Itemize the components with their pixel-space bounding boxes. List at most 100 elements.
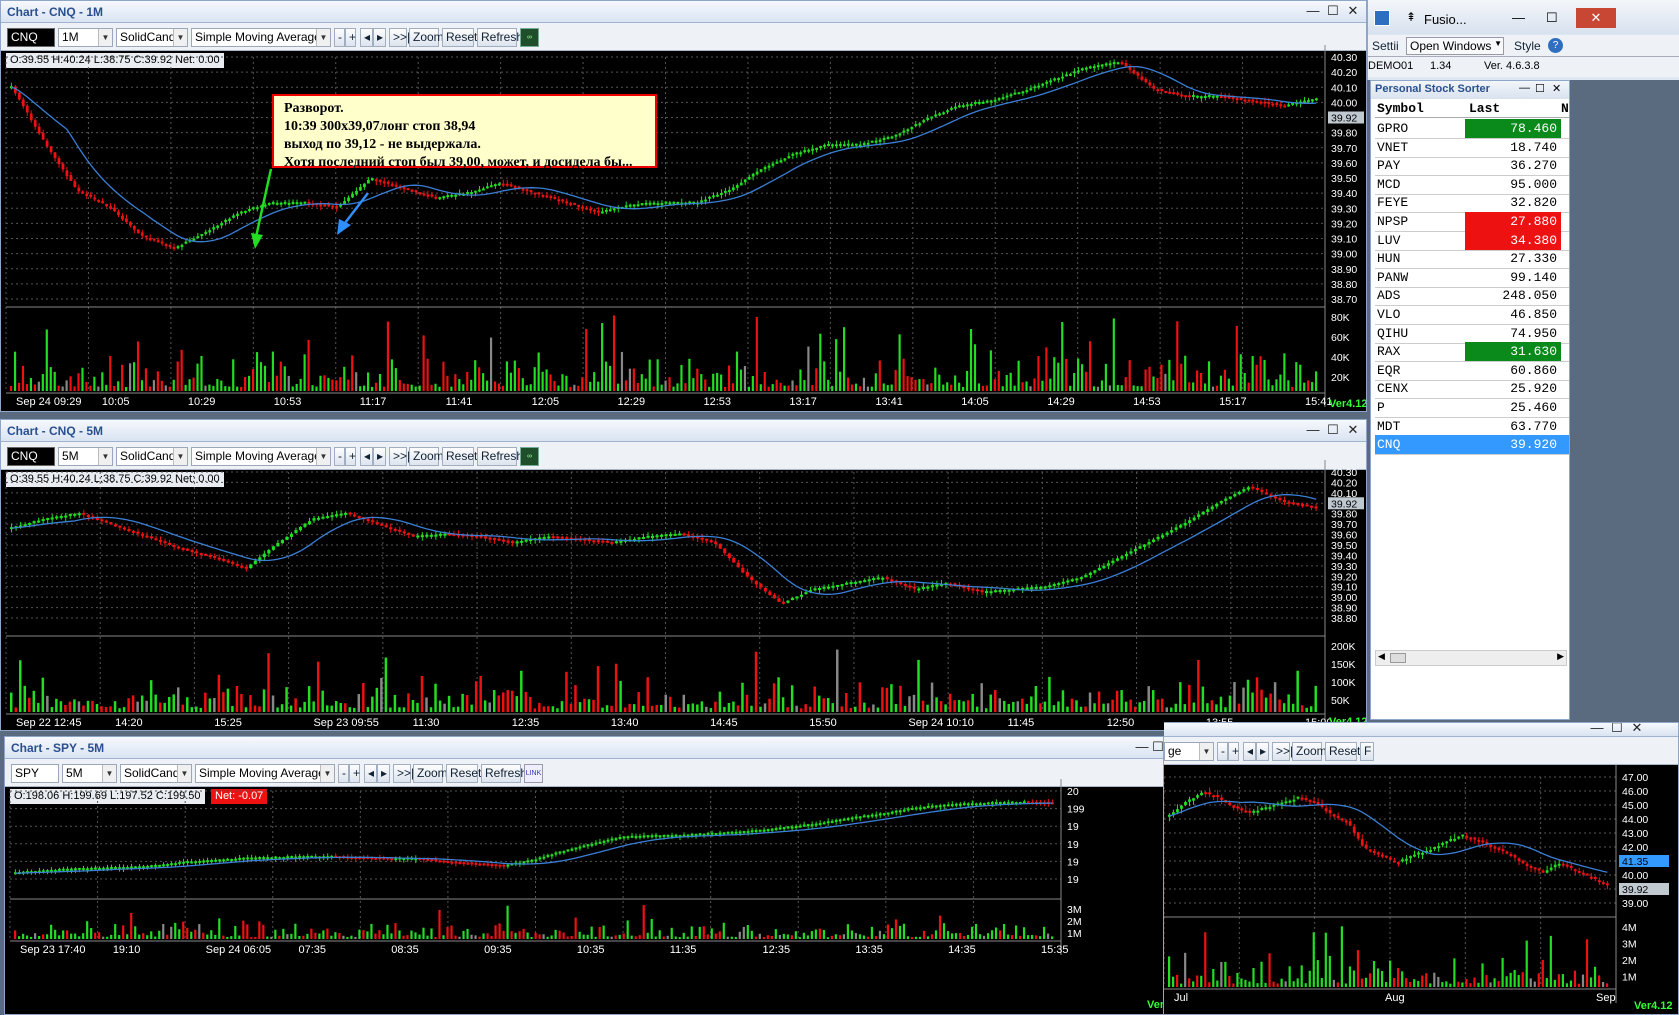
plus-button[interactable]: + (1228, 742, 1239, 761)
chevron-down-icon[interactable]: ▼ (1199, 743, 1213, 760)
volume-bar (110, 934, 113, 939)
reset-button[interactable]: Reset (1325, 742, 1360, 761)
extra-button[interactable]: F (1360, 742, 1374, 761)
title-bar[interactable]: — ☐ ✕ (1164, 723, 1678, 737)
price-chart[interactable]: 40.3040.2040.1039.9239.8039.7039.6039.50… (1, 442, 1366, 731)
help-icon[interactable]: ? (1548, 38, 1563, 53)
candle (954, 106, 957, 109)
column-header-last[interactable]: Last (1469, 101, 1500, 116)
time-tick-label: Sep 24 06:05 (206, 944, 271, 956)
price-chart[interactable]: 20199191919193M2M1MSep 23 17:40 19:10 Sep … (5, 759, 1164, 1015)
column-header-extra[interactable]: N (1561, 101, 1569, 116)
table-row[interactable]: CNQ 39.920 (1375, 435, 1569, 456)
style-menu[interactable]: Style (1514, 39, 1541, 53)
table-row[interactable]: VLO 46.850 (1375, 305, 1569, 325)
maximize-icon[interactable]: ☐ (1610, 723, 1624, 735)
minimize-icon[interactable]: — (1135, 740, 1149, 754)
volume-bar (93, 376, 96, 391)
minimize-icon[interactable]: — (1306, 423, 1320, 437)
candle (1215, 95, 1219, 98)
table-row[interactable]: FEYE 32.820 (1375, 193, 1569, 214)
table-row[interactable]: HUN 27.330 (1375, 249, 1569, 270)
volume-bar (506, 905, 509, 939)
volume-bar (1049, 378, 1052, 391)
column-header-symbol[interactable]: Symbol (1377, 101, 1424, 116)
table-row[interactable]: QIHU 74.950 (1375, 324, 1569, 344)
chevron-left-icon[interactable]: ◀ (1378, 651, 1385, 662)
candle (727, 553, 731, 559)
title-bar[interactable]: Chart - SPY - 5M — ☐ (5, 737, 1163, 759)
candle (1541, 870, 1545, 873)
chevron-right-icon[interactable]: ▶ (1557, 651, 1564, 662)
volume-bar (1397, 967, 1400, 987)
maximize-icon[interactable]: ☐ (1326, 423, 1340, 437)
table-row[interactable]: PAY 36.270 (1375, 156, 1569, 177)
volume-bar (1352, 970, 1356, 987)
minimize-icon[interactable]: — (1590, 723, 1604, 735)
candle (1393, 860, 1396, 863)
volume-bar (402, 935, 405, 939)
candle (1172, 92, 1176, 95)
volume-bar (402, 383, 405, 391)
volume-bar (1501, 957, 1504, 987)
close-icon[interactable]: ✕ (1630, 723, 1644, 735)
maximize-icon[interactable]: ☐ (1151, 740, 1163, 754)
scroll-end-button[interactable]: >>| (1272, 742, 1293, 761)
candle (529, 190, 533, 193)
candle (618, 836, 622, 839)
close-icon[interactable]: ✕ (1346, 4, 1360, 18)
table-row[interactable]: NPSP 27.880 (1375, 212, 1569, 232)
maximize-icon[interactable]: ☐ (1535, 82, 1545, 95)
table-row[interactable]: PANW 99.140 (1375, 268, 1569, 288)
minimize-icon[interactable]: — (1512, 10, 1525, 25)
horizontal-scrollbar[interactable]: ◀ ▶ (1375, 650, 1567, 666)
title-bar[interactable]: Chart - CNQ - 1M — ☐ ✕ (1, 1, 1366, 23)
price-tick-label: 40.20 (1331, 67, 1357, 79)
candle (610, 838, 614, 841)
close-icon[interactable]: ✕ (1346, 423, 1360, 437)
table-row[interactable]: RAX 31.630 (1375, 342, 1569, 363)
table-row[interactable]: CENX 25.920 (1375, 379, 1569, 400)
pin-icon[interactable]: ⇞ (1406, 10, 1416, 24)
candle (786, 826, 790, 829)
title-bar[interactable]: Chart - CNQ - 5M — ☐ ✕ (1, 420, 1366, 442)
candle (251, 207, 255, 210)
fusion-title-bar[interactable]: ⇞ Fusio... — ☐ ✕ (1368, 0, 1679, 34)
table-row[interactable]: GPRO 78.460 (1375, 119, 1569, 139)
volume-bar (1473, 977, 1476, 987)
table-row[interactable]: EQR 60.860 (1375, 361, 1569, 381)
close-icon[interactable]: ✕ (1552, 82, 1561, 95)
candle (541, 194, 545, 197)
table-row[interactable]: LUV 34.380 (1375, 230, 1569, 251)
volume-bar (1267, 379, 1270, 391)
scroll-thumb[interactable] (1390, 653, 1406, 663)
table-row[interactable]: MDT 63.770 (1375, 417, 1569, 437)
table-row[interactable]: ADS 248.050 (1375, 286, 1569, 307)
candle (589, 208, 592, 211)
price-chart[interactable]: 47.0046.0045.0044.0043.0042.0041.3540.00… (1164, 765, 1679, 1015)
scroll-right-button[interactable]: ▸ (1256, 742, 1269, 761)
table-row[interactable]: MCD 95.000 (1375, 175, 1569, 195)
minus-button[interactable]: - (1217, 742, 1228, 761)
table-row[interactable]: VNET 18.740 (1375, 138, 1569, 158)
minimize-icon[interactable]: — (1519, 82, 1530, 94)
price-chart[interactable]: 40.3040.2040.1040.0039.9239.8039.7039.60… (1, 23, 1366, 412)
volume-bar (802, 932, 805, 939)
close-icon[interactable]: ✕ (1576, 8, 1616, 28)
zoom-button[interactable]: Zoom (1292, 742, 1327, 761)
candle (58, 868, 61, 871)
volume-bar (1311, 382, 1314, 391)
candle (244, 210, 247, 213)
table-row[interactable]: P 25.460 (1375, 398, 1569, 418)
settings-menu[interactable]: Settii (1372, 39, 1399, 53)
volume-bar (926, 384, 929, 391)
maximize-icon[interactable]: ☐ (1546, 10, 1558, 26)
open-windows-menu[interactable]: Open Windows ▼ (1406, 37, 1504, 55)
sorter-title-bar[interactable]: Personal Stock Sorter — ☐ ✕ (1371, 81, 1569, 99)
minimize-icon[interactable]: — (1306, 4, 1320, 18)
candle (668, 202, 672, 205)
maximize-icon[interactable]: ☐ (1326, 4, 1340, 18)
scroll-left-button[interactable]: ◂ (1243, 742, 1256, 761)
candle (1401, 859, 1404, 862)
indicator-select[interactable]: ge ▼ (1164, 742, 1214, 761)
